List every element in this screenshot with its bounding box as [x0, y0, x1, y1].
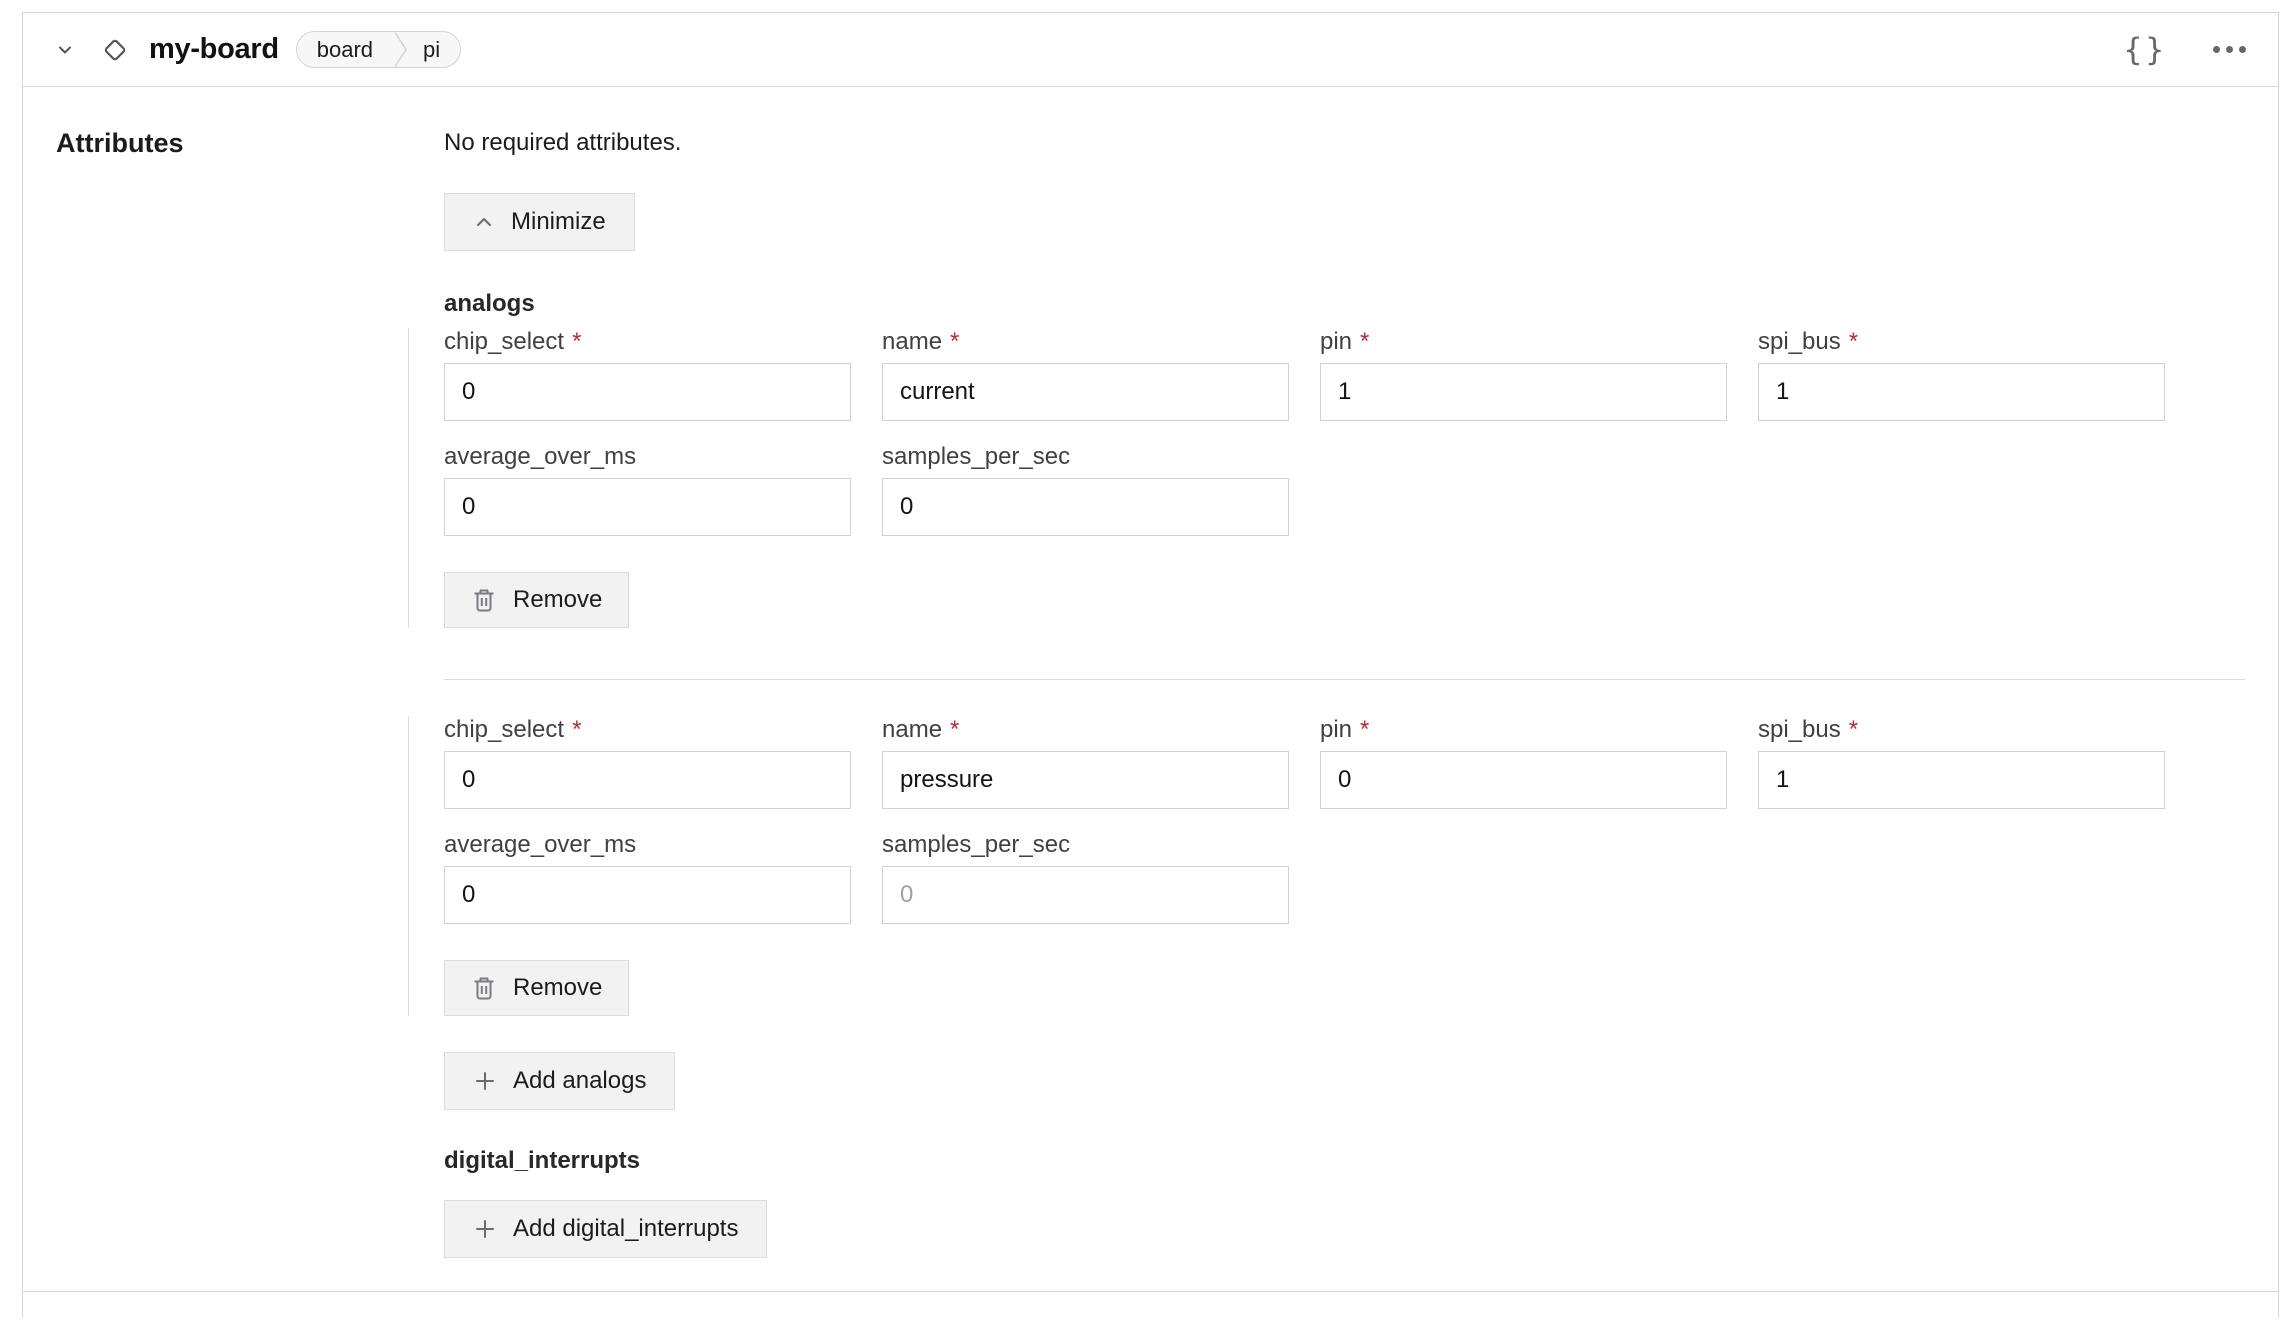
spi-bus-label: spi_bus*: [1758, 328, 2165, 356]
component-name-title: my-board: [149, 33, 279, 66]
samples-per-sec-field: samples_per_sec: [882, 443, 1289, 536]
minimize-button[interactable]: Minimize: [444, 193, 635, 251]
samples-per-sec-field: samples_per_sec: [882, 831, 1289, 924]
average-over-ms-field: average_over_ms: [444, 443, 851, 536]
board-component-icon: [100, 35, 130, 65]
required-asterisk: *: [572, 328, 581, 355]
required-asterisk: *: [1360, 328, 1369, 355]
name-label: name*: [882, 328, 1289, 356]
plus-icon: [473, 1217, 497, 1241]
attributes-section: Attributes No required attributes. Minim…: [23, 87, 2278, 1258]
chip-select-label: chip_select*: [444, 328, 851, 356]
digital-interrupts-heading: digital_interrupts: [444, 1147, 2245, 1175]
remove-button-label: Remove: [513, 586, 602, 614]
samples-per-sec-label: samples_per_sec: [882, 443, 1289, 471]
name-field: name*: [882, 328, 1289, 421]
average-over-ms-label: average_over_ms: [444, 443, 851, 471]
more-menu-button[interactable]: [2209, 42, 2250, 57]
pin-input[interactable]: [1320, 751, 1727, 809]
samples-per-sec-input[interactable]: [882, 478, 1289, 536]
attributes-section-label: Attributes: [56, 128, 408, 1258]
model-chip: board pi: [296, 31, 461, 68]
card-header: my-board board pi {}: [23, 13, 2278, 87]
add-analogs-button-label: Add analogs: [513, 1067, 646, 1095]
samples-per-sec-input[interactable]: [882, 866, 1289, 924]
name-label: name*: [882, 716, 1289, 744]
section-bottom-divider: [23, 1291, 2278, 1292]
analog-entry-fields: chip_select* name* pin* spi_bus*: [444, 328, 2245, 536]
analog-entry: chip_select* name* pin* spi_bus*: [408, 328, 2245, 628]
chip-select-input[interactable]: [444, 363, 851, 421]
required-asterisk: *: [950, 328, 959, 355]
spi-bus-input[interactable]: [1758, 751, 2165, 809]
trash-icon: [471, 974, 497, 1002]
plus-icon: [473, 1069, 497, 1093]
entry-divider: [444, 679, 2245, 680]
minimize-button-label: Minimize: [511, 208, 606, 236]
spi-bus-field: spi_bus*: [1758, 328, 2165, 421]
name-input[interactable]: [882, 363, 1289, 421]
component-card: my-board board pi {} Attributes No requi…: [22, 12, 2279, 1318]
name-input[interactable]: [882, 751, 1289, 809]
name-field: name*: [882, 716, 1289, 809]
pin-field: pin*: [1320, 716, 1727, 809]
json-mode-button[interactable]: {}: [2120, 28, 2171, 72]
no-required-attributes-text: No required attributes.: [444, 128, 2245, 158]
average-over-ms-field: average_over_ms: [444, 831, 851, 924]
analog-entry: chip_select* name* pin* spi_bus*: [408, 716, 2245, 1016]
add-digital-interrupts-button-label: Add digital_interrupts: [513, 1215, 738, 1243]
chip-select-field: chip_select*: [444, 716, 851, 809]
remove-analog-button[interactable]: Remove: [444, 960, 629, 1016]
spi-bus-field: spi_bus*: [1758, 716, 2165, 809]
chip-select-input[interactable]: [444, 751, 851, 809]
average-over-ms-input[interactable]: [444, 478, 851, 536]
spi-bus-label: spi_bus*: [1758, 716, 2165, 744]
pin-label: pin*: [1320, 328, 1727, 356]
average-over-ms-input[interactable]: [444, 866, 851, 924]
chip-separator-icon: [393, 32, 409, 67]
analog-entry-fields: chip_select* name* pin* spi_bus*: [444, 716, 2245, 924]
remove-button-label: Remove: [513, 974, 602, 1002]
chevron-up-icon: [473, 211, 495, 233]
pin-label: pin*: [1320, 716, 1727, 744]
required-asterisk: *: [572, 716, 581, 743]
samples-per-sec-label: samples_per_sec: [882, 831, 1289, 859]
add-analogs-button[interactable]: Add analogs: [444, 1052, 675, 1110]
chip-select-label: chip_select*: [444, 716, 851, 744]
chip-select-field: chip_select*: [444, 328, 851, 421]
attributes-form: No required attributes. Minimize analogs…: [408, 128, 2245, 1258]
add-digital-interrupts-button[interactable]: Add digital_interrupts: [444, 1200, 767, 1258]
spi-bus-input[interactable]: [1758, 363, 2165, 421]
chip-model-label: pi: [409, 32, 460, 67]
required-asterisk: *: [1849, 716, 1858, 743]
required-asterisk: *: [950, 716, 959, 743]
pin-input[interactable]: [1320, 363, 1727, 421]
chevron-down-icon: [54, 39, 76, 61]
required-asterisk: *: [1360, 716, 1369, 743]
collapse-toggle-button[interactable]: [52, 37, 78, 63]
curly-braces-icon: {}: [2124, 32, 2167, 68]
pin-field: pin*: [1320, 328, 1727, 421]
header-actions: {}: [2120, 28, 2250, 72]
remove-analog-button[interactable]: Remove: [444, 572, 629, 628]
chip-type-label: board: [297, 32, 393, 67]
required-asterisk: *: [1849, 328, 1858, 355]
average-over-ms-label: average_over_ms: [444, 831, 851, 859]
trash-icon: [471, 586, 497, 614]
analogs-heading: analogs: [444, 290, 2245, 318]
ellipsis-icon: [2213, 46, 2246, 53]
